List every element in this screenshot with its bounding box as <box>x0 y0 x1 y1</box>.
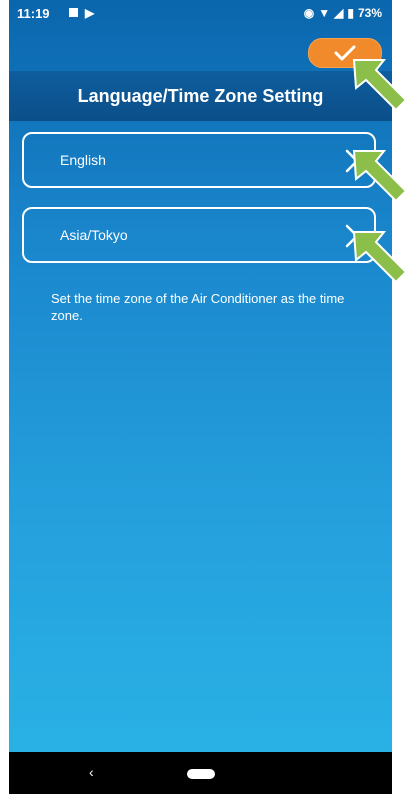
app-bar <box>9 26 392 71</box>
battery-icon: ▮ <box>347 6 354 20</box>
timezone-label: Asia/Tokyo <box>60 227 128 243</box>
notification-icon <box>69 8 78 17</box>
signal-icon: ◢ <box>334 6 344 20</box>
status-time: 11:19 <box>17 6 50 21</box>
back-nav-icon[interactable]: ‹ <box>89 764 94 780</box>
status-bar: 11:19 ▶ ◉ ▼ ◢ ▮ 73% <box>9 0 392 26</box>
annotation-arrow-icon <box>352 150 408 203</box>
vibrate-icon: ◉ <box>303 6 315 20</box>
home-nav-button[interactable] <box>187 769 215 779</box>
annotation-arrow-icon <box>352 231 408 284</box>
play-icon: ▶ <box>85 6 95 20</box>
nav-bar: ‹ <box>9 752 392 794</box>
battery-percent: 73% <box>357 6 382 20</box>
language-label: English <box>60 152 106 168</box>
timezone-setting-button[interactable]: Asia/Tokyo <box>22 207 376 263</box>
page-title: Language/Time Zone Setting <box>9 71 392 121</box>
wifi-icon: ▼ <box>318 6 331 20</box>
description-text: Set the time zone of the Air Conditioner… <box>51 291 345 323</box>
annotation-arrow-icon <box>352 59 408 112</box>
language-setting-button[interactable]: English <box>22 132 376 188</box>
status-indicators: ◉ ▼ ◢ ▮ 73% <box>304 6 382 20</box>
phone-screen: 11:19 ▶ ◉ ▼ ◢ ▮ 73% Language/Time Zone S… <box>9 0 392 794</box>
